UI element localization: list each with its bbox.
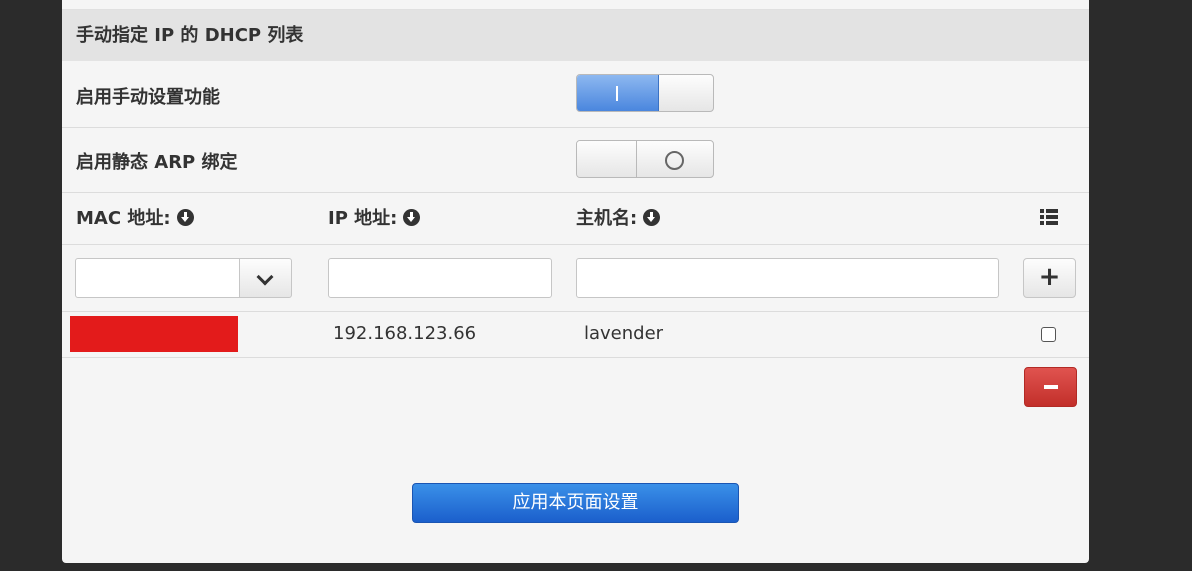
row-hostname: lavender <box>584 323 664 344</box>
sort-down-icon[interactable] <box>403 208 421 226</box>
apply-button[interactable]: 应用本页面设置 <box>412 483 739 523</box>
column-header-hostname[interactable]: 主机名: <box>576 204 661 230</box>
static-arp-toggle[interactable] <box>576 140 714 178</box>
manual-enable-toggle[interactable] <box>576 74 714 112</box>
column-header-ip[interactable]: IP 地址: <box>328 204 421 230</box>
chevron-down-icon <box>256 268 274 286</box>
minus-icon <box>1044 385 1058 389</box>
plus-icon: + <box>1038 262 1061 292</box>
mac-dropdown-button[interactable] <box>239 258 292 298</box>
ip-input[interactable] <box>328 258 552 298</box>
delete-button[interactable] <box>1024 367 1077 407</box>
toggle-off-state <box>577 141 637 177</box>
manual-enable-label: 启用手动设置功能 <box>76 87 220 108</box>
list-icon[interactable] <box>1040 209 1058 225</box>
row-ip: 192.168.123.66 <box>333 323 477 344</box>
sort-down-icon[interactable] <box>176 208 194 226</box>
sort-down-icon[interactable] <box>643 208 661 226</box>
static-arp-label: 启用静态 ARP 绑定 <box>76 152 238 173</box>
section-title: 手动指定 IP 的 DHCP 列表 <box>62 10 1089 61</box>
row-checkbox[interactable] <box>1041 327 1056 342</box>
column-header-mac-label: MAC 地址: <box>76 208 171 229</box>
hostname-input[interactable] <box>576 258 999 298</box>
toggle-on-state <box>577 75 659 111</box>
column-header-hostname-label: 主机名: <box>576 208 638 229</box>
dhcp-panel: 手动指定 IP 的 DHCP 列表 启用手动设置功能 启用静态 ARP 绑定 M… <box>62 0 1089 563</box>
mac-redacted <box>70 316 238 352</box>
panel-top-strip <box>62 0 1089 10</box>
column-header-ip-label: IP 地址: <box>328 208 398 229</box>
mac-input[interactable] <box>75 258 241 298</box>
add-button[interactable]: + <box>1023 258 1076 298</box>
toggle-off-ring-icon <box>665 151 684 170</box>
column-header-mac[interactable]: MAC 地址: <box>76 204 194 230</box>
